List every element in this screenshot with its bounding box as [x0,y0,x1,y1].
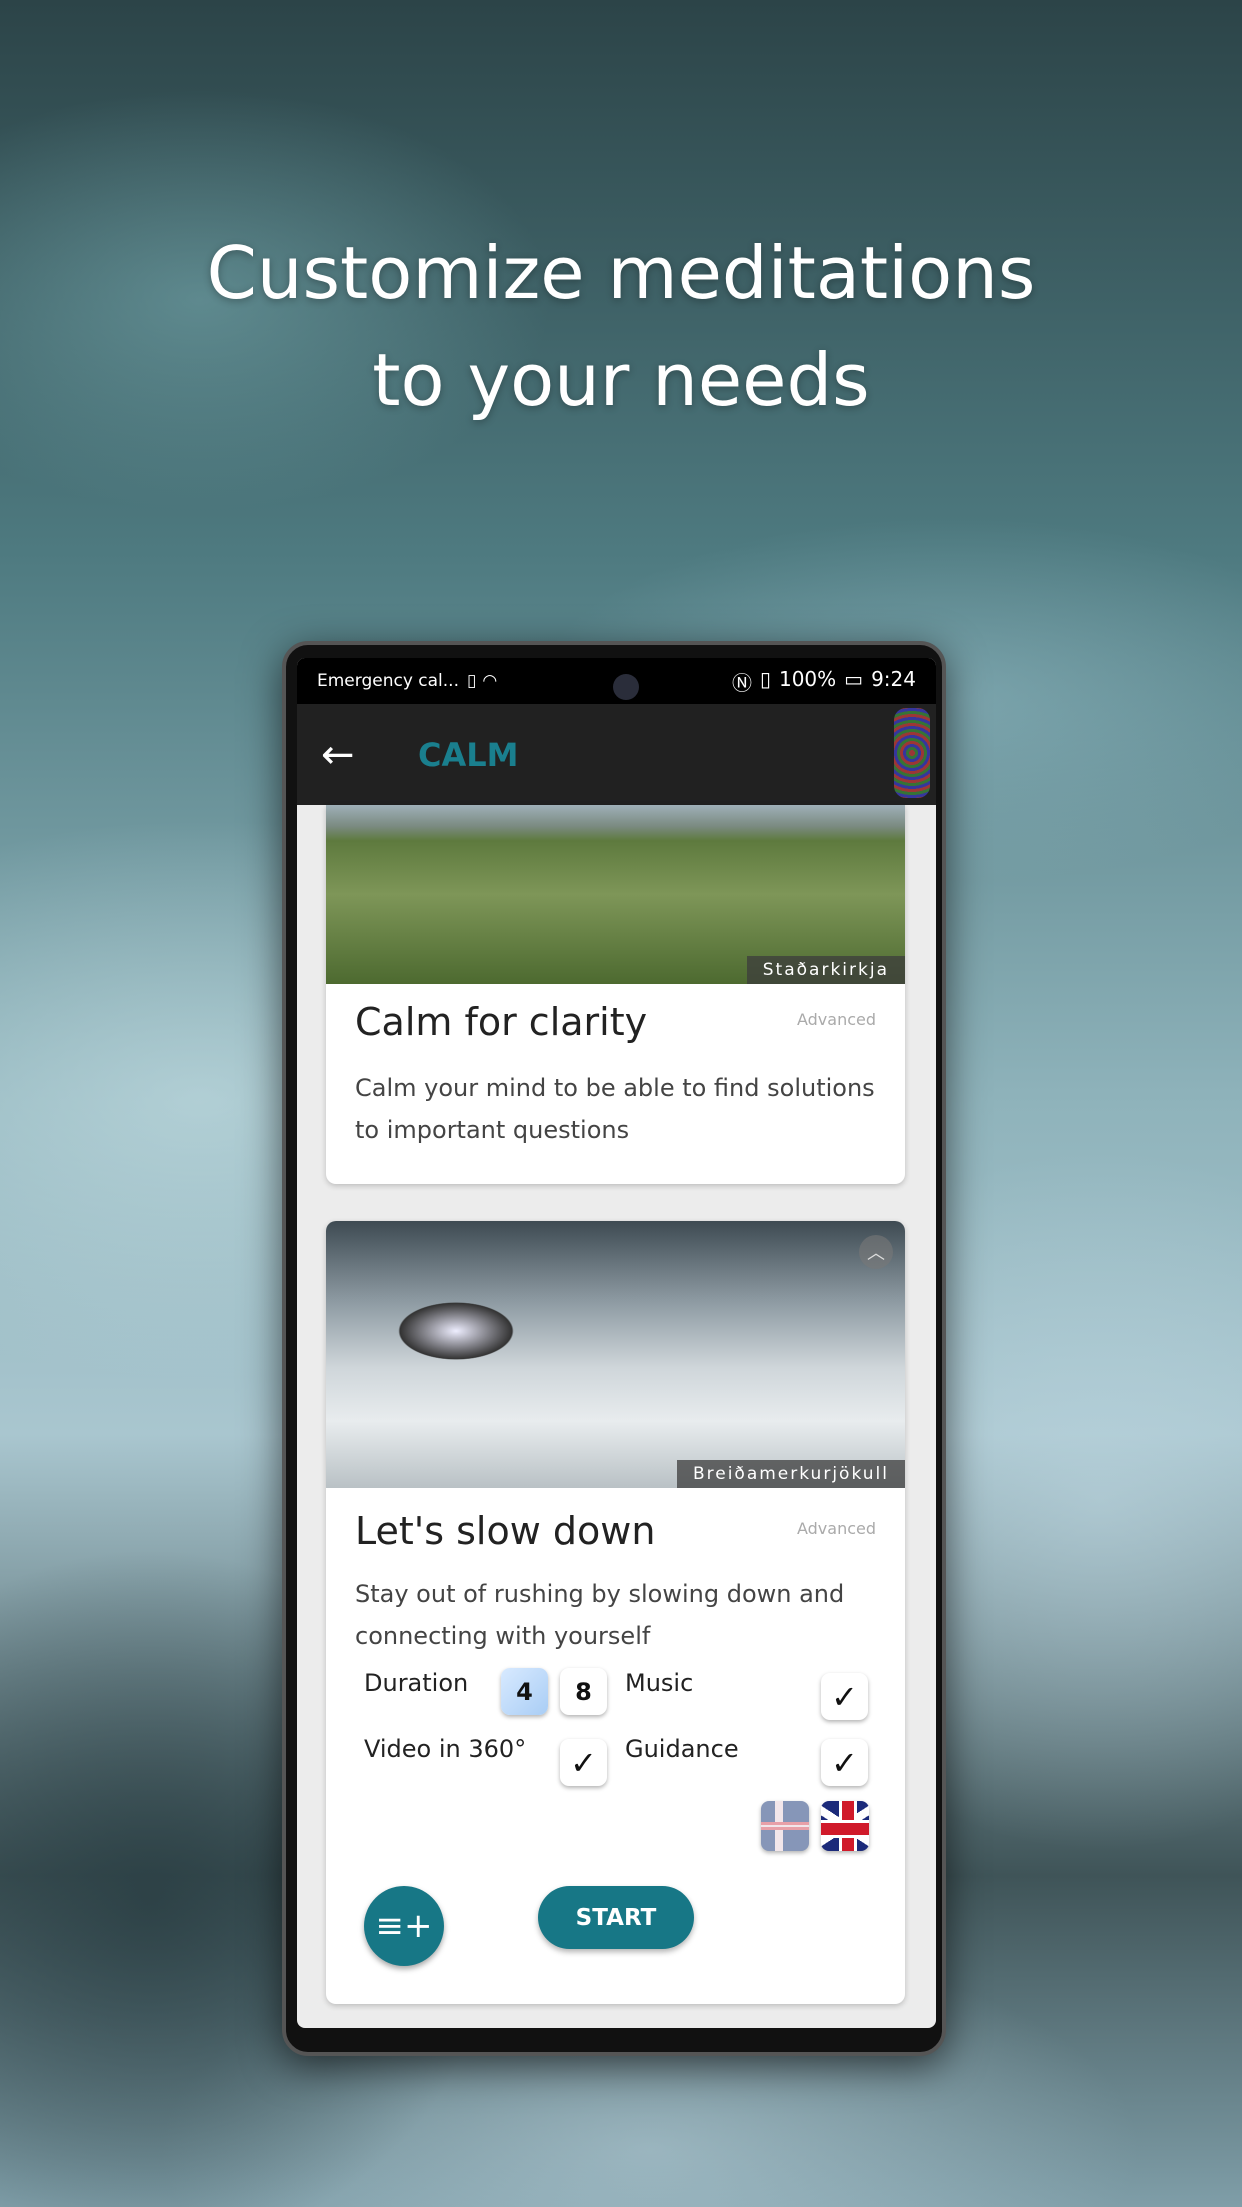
headline-line-1: Customize meditations [206,231,1036,315]
card-image: ︿ Breiðamerkurjökull [326,1221,905,1488]
card-description: Stay out of rushing by slowing down and … [355,1580,845,1650]
wifi-icon: ◠ [482,671,498,691]
location-label: Staðarkirkja [746,956,905,984]
music-label: Music [625,1669,694,1697]
level-label: Advanced [796,1519,876,1538]
chevron-up-icon[interactable]: ︿ [859,1235,893,1269]
status-bar: Emergency cal... ▯ ◠ Ⓝ ▯ 100% ▭ 9:24 [297,658,936,704]
status-carrier: Emergency cal... [317,671,459,691]
playlist-add-icon: ≡+ [375,1906,433,1946]
nfc-icon: Ⓝ [731,670,752,695]
camera-cutout [613,674,639,700]
battery-percent: 100% [778,666,837,691]
duration-4-button[interactable]: 4 [501,1668,548,1715]
card-title: Let's slow down [355,1509,656,1553]
card-image: Staðarkirkja [326,805,905,984]
app-logo [894,708,930,798]
vibrate-icon: ▯ [759,666,771,691]
headline-line-2: to your needs [372,338,870,422]
duration-label: Duration [364,1669,469,1697]
back-arrow-icon[interactable]: ← [321,732,355,778]
guidance-label: Guidance [625,1735,739,1763]
check-icon: ✓ [831,1743,858,1782]
location-label: Breiðamerkurjökull [676,1460,905,1488]
check-icon: ✓ [570,1743,597,1782]
card-title: Calm for clarity [355,1000,648,1044]
music-checkbox[interactable]: ✓ [821,1673,868,1720]
level-label: Advanced [796,1010,876,1029]
phone-screen: Emergency cal... ▯ ◠ Ⓝ ▯ 100% ▭ 9:24 ← C… [297,658,936,2028]
video-360-label: Video in 360° [364,1735,527,1763]
app-title: CALM [418,736,519,774]
check-icon: ✓ [831,1677,858,1716]
card-description: Calm your mind to be able to find soluti… [355,1074,875,1144]
meditation-card-expanded[interactable]: ︿ Breiðamerkurjökull Let's slow down Adv… [326,1221,905,2004]
guidance-checkbox[interactable]: ✓ [821,1739,868,1786]
sim-alert-icon: ▯ [467,671,477,691]
duration-8-button[interactable]: 8 [560,1668,607,1715]
battery-charging-icon: ▭ [844,666,864,691]
app-bar: ← CALM [297,704,936,805]
uk-flag-icon[interactable] [821,1801,869,1851]
phone-frame: Emergency cal... ▯ ◠ Ⓝ ▯ 100% ▭ 9:24 ← C… [282,641,946,2056]
headline: Customize meditations to your needs [0,220,1242,434]
clock: 9:24 [871,666,916,691]
meditation-card[interactable]: Staðarkirkja Calm for clarity Advanced C… [326,805,905,1184]
start-button[interactable]: START [538,1886,694,1949]
add-to-playlist-button[interactable]: ≡+ [364,1886,444,1966]
video-360-checkbox[interactable]: ✓ [560,1739,607,1786]
icelandic-flag-icon[interactable] [761,1801,809,1851]
